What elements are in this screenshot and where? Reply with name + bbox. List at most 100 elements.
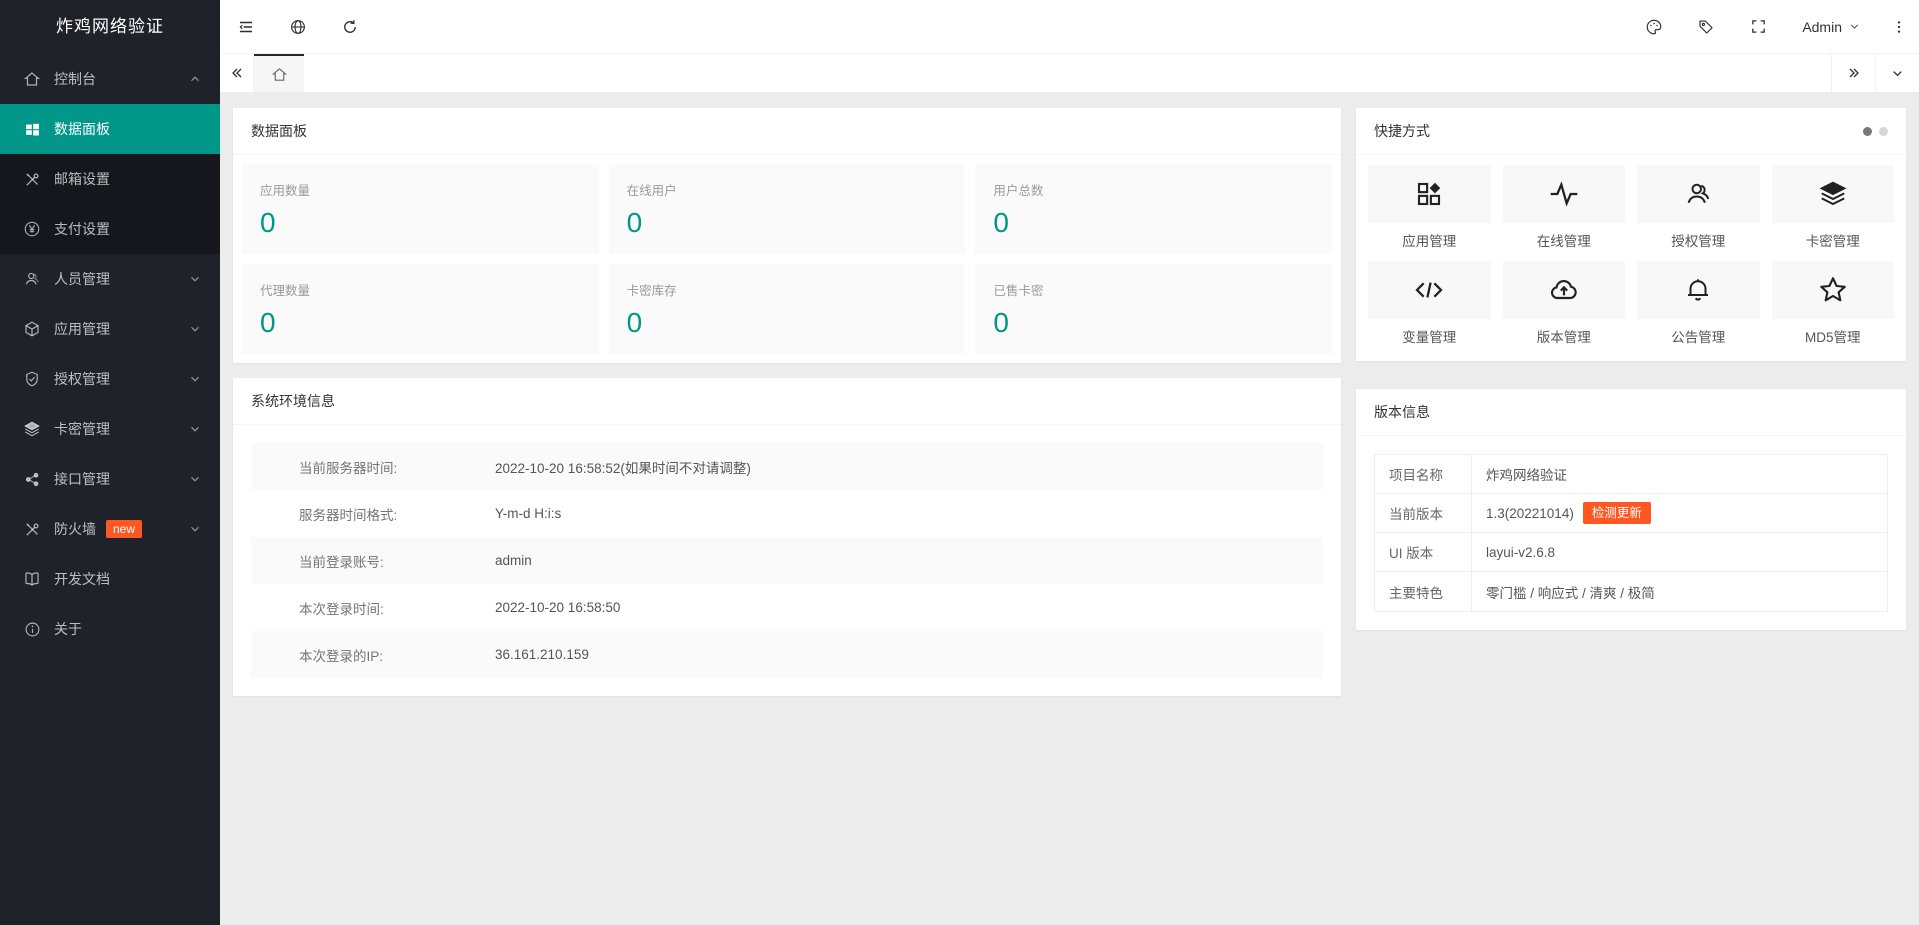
sidebar-item-label: 邮箱设置 (54, 169, 110, 189)
shortcut-authorization[interactable]: 授权管理 (1637, 165, 1760, 255)
stat-value: 0 (627, 307, 948, 339)
info-value: Y-m-d H:i:s (495, 506, 561, 521)
cube-icon (22, 319, 42, 339)
check-update-button[interactable]: 检测更新 (1583, 502, 1651, 524)
chevron-down-icon (188, 322, 202, 336)
stat-card-apps[interactable]: 应用数量 0 (242, 164, 599, 254)
version-value: 1.3(20221014) (1486, 506, 1574, 521)
sidebar-item-label: 接口管理 (54, 469, 110, 489)
info-label: 服务器时间格式: (299, 504, 495, 524)
info-row-login-ip: 本次登录的IP: 36.161.210.159 (251, 631, 1323, 678)
stat-card-agents[interactable]: 代理数量 0 (242, 264, 599, 354)
version-row-features: 主要特色 零门槛 / 响应式 / 清爽 / 极简 (1375, 572, 1887, 611)
windows-icon (22, 119, 42, 139)
sidebar-item-data-panel[interactable]: 数据面板 (0, 104, 220, 154)
chevron-down-icon (188, 472, 202, 486)
stats-grid: 应用数量 0 在线用户 0 用户总数 0 代理数量 0 卡密库存 0 (233, 155, 1341, 363)
tools-icon (22, 169, 42, 189)
globe-icon[interactable] (272, 0, 324, 54)
sidebar-item-label: 数据面板 (54, 119, 110, 139)
shortcut-label: 应用管理 (1368, 230, 1491, 250)
home-icon (271, 66, 288, 83)
version-value: 零门槛 / 响应式 / 清爽 / 极简 (1472, 582, 1669, 602)
collapse-menu-icon[interactable] (220, 0, 272, 54)
system-info-list: 当前服务器时间: 2022-10-20 16:58:52(如果时间不对请调整) … (233, 425, 1341, 696)
tag-icon[interactable] (1680, 0, 1732, 54)
cloud-upload-icon (1548, 274, 1580, 306)
sidebar-item-label: 防火墙 (54, 519, 96, 539)
shortcuts-panel: 快捷方式 应用管理 在线管理 授权管理 (1356, 108, 1906, 361)
shortcut-card-keys[interactable]: 卡密管理 (1772, 165, 1895, 255)
shortcut-app-management[interactable]: 应用管理 (1368, 165, 1491, 255)
user-icon (1683, 179, 1713, 209)
info-label: 当前登录账号: (299, 551, 495, 571)
sidebar-item-label: 卡密管理 (54, 419, 110, 439)
sidebar-item-personnel[interactable]: 人员管理 (0, 254, 220, 304)
user-menu[interactable]: Admin (1784, 0, 1879, 54)
shortcut-announcements[interactable]: 公告管理 (1637, 261, 1760, 351)
sidebar-item-authorization[interactable]: 授权管理 (0, 354, 220, 404)
code-icon (1413, 274, 1445, 306)
tabs-scroll-right-button[interactable] (1831, 54, 1875, 92)
sidebar-item-console[interactable]: 控制台 (0, 54, 220, 104)
refresh-icon[interactable] (324, 0, 376, 54)
stat-card-total-users[interactable]: 用户总数 0 (975, 164, 1332, 254)
layers-icon (22, 419, 42, 439)
chevron-up-icon (188, 72, 202, 86)
app-title: 炸鸡网络验证 (0, 0, 220, 54)
info-value: admin (495, 553, 532, 568)
app-grid-icon (1414, 179, 1444, 209)
sidebar-item-app-management[interactable]: 应用管理 (0, 304, 220, 354)
star-icon (1817, 274, 1849, 306)
version-value: 炸鸡网络验证 (1472, 464, 1581, 484)
sidebar-item-about[interactable]: 关于 (0, 604, 220, 654)
stat-label: 用户总数 (993, 180, 1314, 199)
tabs-spacer (304, 54, 1831, 92)
sidebar-item-card-keys[interactable]: 卡密管理 (0, 404, 220, 454)
sidebar-item-label: 应用管理 (54, 319, 110, 339)
version-label: 当前版本 (1375, 494, 1472, 532)
shield-check-icon (22, 369, 42, 389)
panel-title: 版本信息 (1356, 389, 1906, 436)
stat-value: 0 (260, 207, 581, 239)
chevron-down-icon (1890, 66, 1905, 81)
version-row-current-version: 当前版本 1.3(20221014) 检测更新 (1375, 494, 1887, 533)
sidebar-item-email-settings[interactable]: 邮箱设置 (0, 154, 220, 204)
fullscreen-icon[interactable] (1732, 0, 1784, 54)
chevron-down-icon (188, 522, 202, 536)
sidebar-item-payment-settings[interactable]: 支付设置 (0, 204, 220, 254)
tab-home[interactable] (254, 54, 304, 92)
stat-label: 在线用户 (627, 180, 948, 199)
panel-title: 系统环境信息 (233, 378, 1341, 425)
shortcut-label: 在线管理 (1503, 230, 1626, 250)
sidebar-item-api-management[interactable]: 接口管理 (0, 454, 220, 504)
carousel-dot[interactable] (1879, 127, 1888, 136)
sidebar-item-firewall[interactable]: 防火墙 new (0, 504, 220, 554)
home-icon (22, 69, 42, 89)
shortcut-versions[interactable]: 版本管理 (1503, 261, 1626, 351)
carousel-dot-active[interactable] (1863, 127, 1872, 136)
user-icon (22, 269, 42, 289)
tabs-scroll-left-button[interactable] (220, 54, 254, 92)
chevron-down-icon (188, 422, 202, 436)
info-value: 2022-10-20 16:58:52(如果时间不对请调整) (495, 457, 751, 477)
sidebar-item-label: 开发文档 (54, 569, 110, 589)
info-row-login-account: 当前登录账号: admin (251, 537, 1323, 584)
tabs-menu-button[interactable] (1875, 54, 1919, 92)
shortcut-variables[interactable]: 变量管理 (1368, 261, 1491, 351)
shortcut-online-management[interactable]: 在线管理 (1503, 165, 1626, 255)
more-vertical-icon[interactable] (1879, 0, 1919, 54)
stat-label: 应用数量 (260, 180, 581, 199)
theme-palette-icon[interactable] (1628, 0, 1680, 54)
sidebar-item-label: 关于 (54, 619, 82, 639)
stat-value: 0 (260, 307, 581, 339)
stat-card-sold-cards[interactable]: 已售卡密 0 (975, 264, 1332, 354)
info-row-server-time: 当前服务器时间: 2022-10-20 16:58:52(如果时间不对请调整) (251, 443, 1323, 490)
sidebar-item-dev-docs[interactable]: 开发文档 (0, 554, 220, 604)
console-submenu: 数据面板 邮箱设置 支付设置 (0, 104, 220, 254)
shortcut-md5[interactable]: MD5管理 (1772, 261, 1895, 351)
stat-card-card-stock[interactable]: 卡密库存 0 (609, 264, 966, 354)
user-name: Admin (1802, 19, 1842, 35)
layers-icon (1818, 179, 1848, 209)
stat-card-online-users[interactable]: 在线用户 0 (609, 164, 966, 254)
